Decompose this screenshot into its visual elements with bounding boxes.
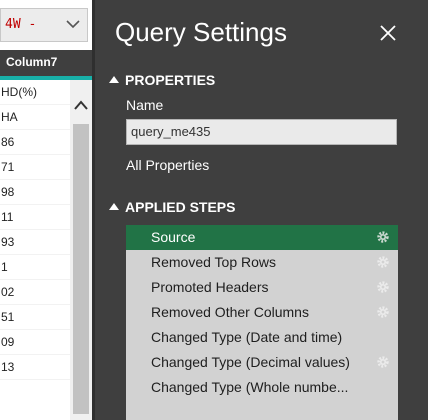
table-cell[interactable]: 13: [0, 355, 70, 380]
chevron-down-icon[interactable]: [65, 16, 81, 32]
column-cells: HD(%) HA 86 71 98 11 93 1 02 51 09 13: [0, 80, 70, 380]
table-cell[interactable]: 93: [0, 230, 70, 255]
table-cell[interactable]: 71: [0, 155, 70, 180]
step-label: Promoted Headers: [151, 279, 269, 295]
table-cell[interactable]: HD(%): [0, 80, 70, 105]
all-properties-link[interactable]: All Properties: [126, 157, 209, 173]
table-cell[interactable]: 98: [0, 180, 70, 205]
properties-section-title[interactable]: PROPERTIES: [125, 72, 215, 88]
table-cell[interactable]: 02: [0, 280, 70, 305]
vertical-scrollbar[interactable]: [70, 80, 92, 420]
gear-icon[interactable]: [376, 355, 390, 369]
step-label: Changed Type (Decimal values): [151, 354, 350, 370]
filter-value: 4W -: [5, 17, 37, 32]
step-label: Removed Top Rows: [151, 254, 277, 270]
step-removed-other-columns[interactable]: Removed Other Columns: [126, 300, 398, 325]
step-promoted-headers[interactable]: Promoted Headers: [126, 275, 398, 300]
step-changed-type-whole-number[interactable]: Changed Type (Whole numbe...: [126, 375, 398, 400]
panel-title: Query Settings: [115, 17, 287, 47]
step-label: Removed Other Columns: [151, 304, 309, 320]
step-label: Changed Type (Whole numbe...: [151, 379, 349, 395]
table-cell[interactable]: 51: [0, 305, 70, 330]
properties-toggle-icon[interactable]: [109, 76, 119, 83]
step-removed-top-rows[interactable]: Removed Top Rows: [126, 250, 398, 275]
table-cell[interactable]: 1: [0, 255, 70, 280]
data-grid-panel: 4W - Column7 HD(%) HA 86 71 98 11 93 1 0…: [0, 0, 92, 420]
gear-icon[interactable]: [376, 230, 390, 244]
applied-steps-toggle-icon[interactable]: [109, 203, 119, 210]
applied-steps-list: Source Removed Top Rows Promoted Headers: [126, 225, 398, 420]
gear-icon[interactable]: [376, 280, 390, 294]
table-cell[interactable]: 11: [0, 205, 70, 230]
step-changed-type-decimal[interactable]: Changed Type (Decimal values): [126, 350, 398, 375]
query-settings-panel: Query Settings PROPERTIES Name query_me4…: [95, 0, 428, 420]
table-cell[interactable]: 86: [0, 130, 70, 155]
step-source[interactable]: Source: [126, 225, 398, 250]
gear-icon[interactable]: [376, 255, 390, 269]
applied-steps-section-title[interactable]: APPLIED STEPS: [125, 199, 235, 215]
chevron-up-icon[interactable]: [70, 96, 92, 114]
table-cell[interactable]: 09: [0, 330, 70, 355]
step-changed-type-date-time[interactable]: Changed Type (Date and time): [126, 325, 398, 350]
step-label: Changed Type (Date and time): [151, 329, 343, 345]
name-label: Name: [126, 97, 164, 113]
query-name-input[interactable]: query_me435: [126, 119, 397, 145]
filter-dropdown[interactable]: 4W -: [0, 8, 88, 42]
column-header[interactable]: Column7: [6, 55, 57, 69]
scrollbar-thumb[interactable]: [73, 124, 89, 414]
step-label: Source: [151, 229, 196, 245]
table-cell[interactable]: HA: [0, 105, 70, 130]
close-icon[interactable]: [379, 24, 397, 42]
gear-icon[interactable]: [376, 305, 390, 319]
